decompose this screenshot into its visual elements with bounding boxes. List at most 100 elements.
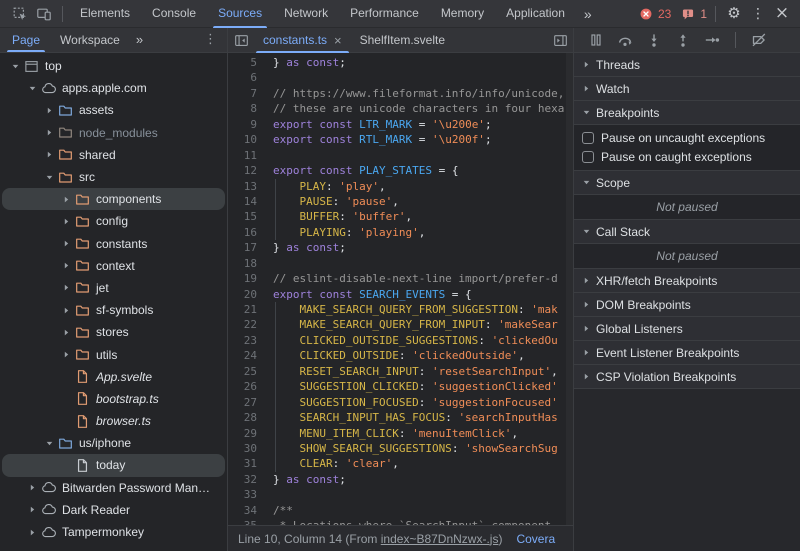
more-panels-chevron[interactable]: » (576, 6, 600, 22)
chevron-down-icon[interactable] (42, 439, 56, 448)
navigator-tab-workspace[interactable]: Workspace (50, 28, 130, 52)
device-toolbar-icon[interactable] (32, 2, 56, 26)
tree-item-today[interactable]: today (2, 454, 225, 477)
line-number[interactable]: 13 (228, 179, 261, 194)
line-number[interactable]: 12 (228, 163, 261, 178)
main-tab-performance[interactable]: Performance (339, 0, 430, 28)
main-tab-sources[interactable]: Sources (207, 0, 273, 28)
tree-item-bitwarden-password-man-[interactable]: Bitwarden Password Man… (2, 477, 225, 499)
chevron-right-icon[interactable] (59, 217, 73, 226)
section-header[interactable]: Threads (574, 53, 800, 76)
tree-item-apps-apple-com[interactable]: apps.apple.com (2, 77, 225, 99)
error-count[interactable]: 23 (658, 7, 671, 21)
chevron-right-icon[interactable] (25, 505, 39, 514)
source-file-link[interactable]: index~B87DnNzwx-.js (381, 532, 499, 546)
tree-item-dark-reader[interactable]: Dark Reader (2, 499, 225, 521)
error-badge-icon[interactable] (639, 6, 654, 21)
tree-item-src[interactable]: src (2, 166, 225, 188)
section-header[interactable]: DOM Breakpoints (574, 293, 800, 316)
main-tab-application[interactable]: Application (495, 0, 576, 28)
line-number[interactable]: 14 (228, 194, 261, 209)
section-header[interactable]: CSP Violation Breakpoints (574, 365, 800, 388)
line-number[interactable]: 33 (228, 487, 261, 502)
line-number[interactable]: 19 (228, 271, 261, 286)
line-number[interactable]: 18 (228, 256, 261, 271)
chevron-right-icon[interactable] (25, 483, 39, 492)
line-number[interactable]: 17 (228, 240, 261, 255)
line-number[interactable]: 25 (228, 364, 261, 379)
main-tab-elements[interactable]: Elements (69, 0, 141, 28)
more-navigator-tabs-chevron[interactable]: » (130, 28, 149, 52)
chevron-down-icon[interactable] (25, 84, 39, 93)
section-header[interactable]: XHR/fetch Breakpoints (574, 269, 800, 292)
section-header[interactable]: Watch (574, 77, 800, 100)
checkbox[interactable] (582, 131, 594, 144)
tree-item-context[interactable]: context (2, 255, 225, 277)
step-icon[interactable] (700, 28, 724, 52)
tree-item-top[interactable]: top (2, 55, 225, 77)
deactivate-breakpoints-icon[interactable] (747, 28, 771, 52)
navigator-kebab-menu-icon[interactable]: ⋮ (194, 28, 227, 52)
line-number[interactable]: 5 (228, 55, 261, 70)
tree-item-config[interactable]: config (2, 210, 225, 232)
chevron-right-icon[interactable] (59, 239, 73, 248)
pause-icon[interactable] (584, 28, 608, 52)
chevron-right-icon[interactable] (42, 150, 56, 159)
step-out-icon[interactable] (671, 28, 695, 52)
line-number[interactable]: 22 (228, 317, 261, 332)
inspect-element-icon[interactable] (8, 2, 32, 26)
line-number[interactable]: 29 (228, 426, 261, 441)
checkbox[interactable] (582, 150, 594, 163)
tree-item-browser-ts[interactable]: browser.ts (2, 410, 225, 432)
navigator-tab-page[interactable]: Page (2, 28, 50, 52)
chevron-right-icon[interactable] (59, 195, 73, 204)
line-number[interactable]: 34 (228, 503, 261, 518)
step-over-icon[interactable] (613, 28, 637, 52)
chevron-right-icon[interactable] (59, 328, 73, 337)
editor-tab-constants[interactable]: constants.ts × (254, 28, 351, 53)
section-header[interactable]: Global Listeners (574, 317, 800, 340)
section-header[interactable]: Event Listener Breakpoints (574, 341, 800, 364)
close-tab-icon[interactable]: × (334, 34, 342, 47)
coverage-link[interactable]: Covera (516, 532, 555, 546)
main-tab-memory[interactable]: Memory (430, 0, 495, 28)
line-number[interactable]: 16 (228, 225, 261, 240)
section-header[interactable]: Breakpoints (574, 101, 800, 124)
tree-item-us-iphone[interactable]: us/iphone (2, 432, 225, 454)
chevron-right-icon[interactable] (59, 283, 73, 292)
line-number[interactable]: 35 (228, 518, 261, 525)
editor-tab-shelfitem[interactable]: ShelfItem.svelte (351, 28, 454, 53)
kebab-menu-icon[interactable]: ⋮ (746, 2, 770, 26)
tree-item-tampermonkey[interactable]: Tampermonkey (2, 521, 225, 543)
line-number[interactable]: 9 (228, 117, 261, 132)
chevron-right-icon[interactable] (42, 128, 56, 137)
line-number[interactable]: 31 (228, 456, 261, 471)
line-number[interactable]: 28 (228, 410, 261, 425)
line-number[interactable]: 32 (228, 472, 261, 487)
line-number[interactable]: 6 (228, 70, 261, 85)
chevron-right-icon[interactable] (42, 106, 56, 115)
line-number[interactable]: 26 (228, 379, 261, 394)
chevron-right-icon[interactable] (59, 350, 73, 359)
chevron-right-icon[interactable] (59, 261, 73, 270)
tree-item-components[interactable]: components (2, 188, 225, 211)
tree-item-sf-symbols[interactable]: sf-symbols (2, 299, 225, 321)
line-number[interactable]: 20 (228, 287, 261, 302)
tree-item-app-svelte[interactable]: App.svelte (2, 366, 225, 388)
line-number[interactable]: 7 (228, 86, 261, 101)
line-number[interactable]: 8 (228, 101, 261, 116)
tree-item-shared[interactable]: shared (2, 144, 225, 166)
section-header[interactable]: Call Stack (574, 220, 800, 243)
line-number[interactable]: 11 (228, 148, 261, 163)
line-number[interactable]: 10 (228, 132, 261, 147)
line-number[interactable]: 15 (228, 209, 261, 224)
code-editor[interactable]: 5} as const; 6 7// https://www.fileformat.… (228, 53, 573, 525)
main-tab-network[interactable]: Network (273, 0, 339, 28)
issues-badge-icon[interactable] (681, 6, 696, 21)
chevron-right-icon[interactable] (59, 306, 73, 315)
tree-item-bootstrap-ts[interactable]: bootstrap.ts (2, 388, 225, 410)
close-devtools-icon[interactable]: × (770, 2, 794, 26)
main-tab-console[interactable]: Console (141, 0, 207, 28)
line-number[interactable]: 23 (228, 333, 261, 348)
show-debugger-panel-icon[interactable] (547, 28, 573, 52)
